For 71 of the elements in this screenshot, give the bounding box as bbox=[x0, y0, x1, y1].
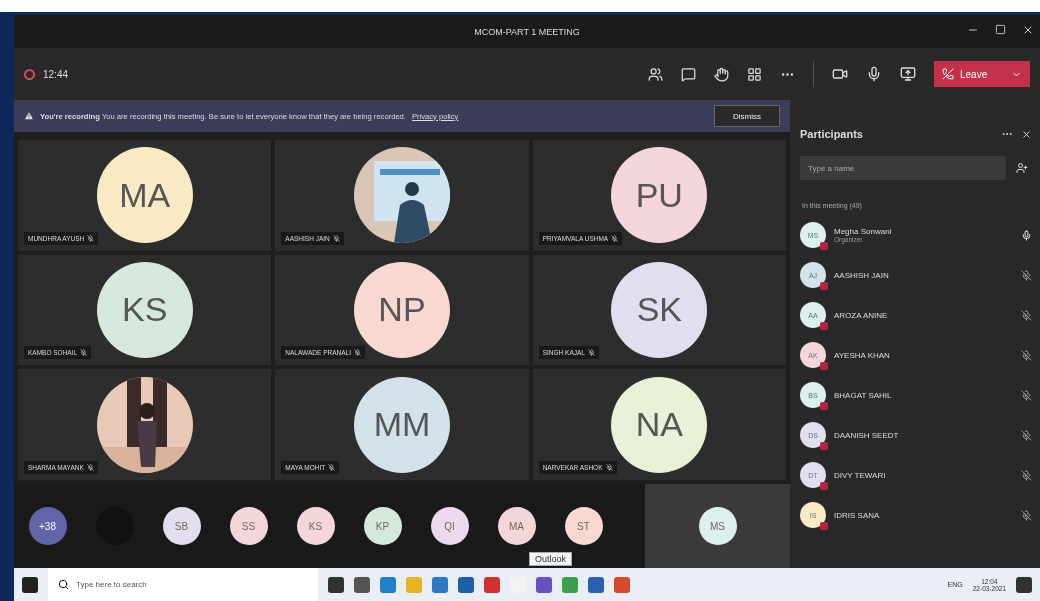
avatar: NP bbox=[354, 262, 450, 358]
avatar: KS bbox=[96, 262, 193, 358]
avatar[interactable]: MA bbox=[497, 507, 536, 545]
warning-icon bbox=[24, 111, 34, 121]
leave-button[interactable]: Leave bbox=[934, 61, 1030, 87]
mic-off-icon bbox=[328, 464, 336, 471]
participant-name: DAANISH SEEDT bbox=[834, 430, 900, 440]
meeting-timer: 12:44 bbox=[43, 68, 69, 80]
app-icon[interactable] bbox=[588, 576, 604, 593]
mic-off-icon bbox=[353, 349, 361, 357]
tooltip: Outlook bbox=[529, 552, 573, 566]
mic-off-icon bbox=[587, 349, 595, 357]
dismiss-button[interactable]: Dismiss bbox=[714, 105, 780, 127]
mic-off-icon bbox=[80, 349, 88, 357]
search-field[interactable]: Type a name bbox=[800, 156, 1006, 180]
mic-off-icon[interactable] bbox=[1021, 509, 1032, 521]
avatar[interactable]: ST bbox=[564, 507, 603, 545]
avatar: MA bbox=[96, 147, 193, 244]
mic-off-icon[interactable] bbox=[1021, 469, 1032, 481]
mic-off-icon[interactable] bbox=[1021, 269, 1032, 281]
window-title: MCOM-PART 1 MEETING bbox=[474, 26, 580, 37]
participant-name: IDRIS SANA bbox=[834, 510, 881, 520]
rooms-icon[interactable] bbox=[747, 66, 762, 82]
avatar[interactable]: +38 bbox=[28, 507, 67, 545]
participant-name: AROZA ANINE bbox=[834, 310, 889, 320]
mic-off-icon[interactable] bbox=[1021, 309, 1032, 321]
avatar: PU bbox=[611, 147, 708, 244]
avatar[interactable]: KS bbox=[296, 507, 335, 545]
taskbar-search-field[interactable]: Type here to search bbox=[48, 568, 318, 601]
avatar: SK bbox=[611, 262, 708, 358]
participant-name: BHAGAT SAHIL bbox=[834, 390, 893, 400]
participant-name: AASHISH JAIN bbox=[834, 270, 890, 280]
app-icon[interactable] bbox=[354, 576, 370, 593]
panel-title: Participants bbox=[800, 128, 864, 140]
mic-off-icon bbox=[86, 464, 94, 471]
avatar: MM bbox=[354, 376, 450, 473]
notification-icon[interactable] bbox=[1016, 576, 1032, 593]
mic-off-icon bbox=[605, 464, 613, 471]
participant-name: Megha Sonwani bbox=[834, 227, 893, 236]
avatar[interactable]: SS bbox=[229, 507, 268, 545]
mic-off-icon[interactable] bbox=[1021, 429, 1032, 441]
search-icon bbox=[58, 579, 69, 590]
start-icon[interactable] bbox=[22, 576, 38, 593]
close-icon[interactable] bbox=[1021, 128, 1032, 140]
avatar: NA bbox=[611, 376, 708, 473]
avatar[interactable]: KP bbox=[363, 507, 402, 545]
app-icon[interactable] bbox=[536, 576, 552, 593]
mic-icon[interactable] bbox=[1021, 229, 1032, 241]
app-icon[interactable] bbox=[458, 576, 474, 593]
mic-off-icon[interactable] bbox=[1021, 389, 1032, 401]
mic-off-icon bbox=[87, 234, 95, 242]
participant-name: AYESHA KHAN bbox=[834, 350, 891, 360]
add-person-icon[interactable] bbox=[1016, 162, 1028, 174]
participants-icon[interactable] bbox=[648, 66, 663, 82]
app-icon[interactable] bbox=[328, 576, 344, 593]
avatar[interactable]: MS bbox=[698, 507, 737, 545]
avatar[interactable]: QI bbox=[430, 507, 469, 545]
share-icon[interactable] bbox=[900, 66, 916, 82]
chat-icon[interactable] bbox=[681, 66, 696, 82]
phone-icon bbox=[942, 68, 954, 80]
participant-name: DIVY TEWARI bbox=[834, 470, 887, 480]
avatar[interactable]: SB bbox=[162, 507, 201, 545]
mic-icon[interactable] bbox=[866, 66, 882, 82]
recording-icon bbox=[24, 68, 35, 80]
mic-off-icon[interactable] bbox=[1021, 349, 1032, 361]
mic-off-icon bbox=[611, 234, 619, 242]
close-icon[interactable] bbox=[1022, 24, 1034, 36]
camera-icon[interactable] bbox=[832, 66, 848, 82]
maximize-icon[interactable] bbox=[995, 24, 1006, 35]
mic-off-icon bbox=[332, 234, 340, 242]
hand-icon[interactable] bbox=[714, 66, 729, 82]
